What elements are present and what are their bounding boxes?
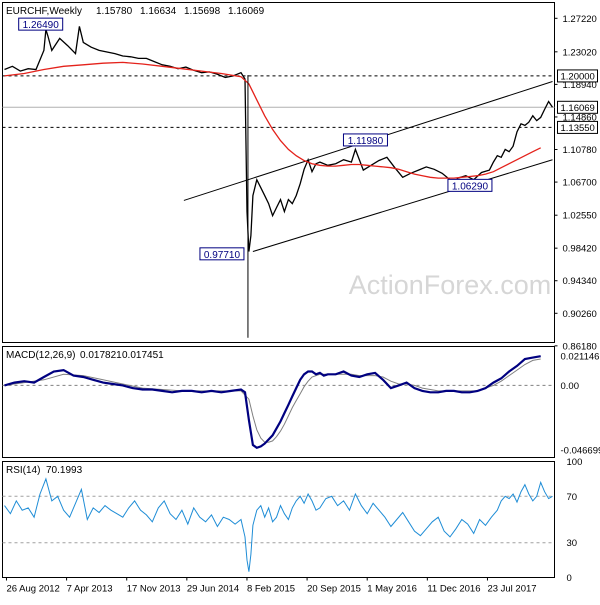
macd-y-tick-2: -0.046699	[561, 446, 600, 457]
price-y-tick-4: 1.10780	[563, 145, 597, 156]
price-header-open: 1.15780	[96, 6, 133, 17]
x-axis: 26 Aug 2012 7 Apr 2013 17 Nov 2013 29 Jun 2…	[6, 578, 536, 595]
annotation-0: 1.26490	[19, 18, 63, 31]
annotation-label-3: 1.06290	[452, 181, 489, 192]
price-y-tick-6: 1.02550	[563, 211, 597, 222]
rsi-y-axis: 100 70 30 0	[567, 457, 583, 584]
macd-header-value-1: 0.017821	[80, 350, 122, 361]
macd-y-tick-0: 0.021146	[561, 352, 600, 363]
price-y-tick-1: 1.23020	[563, 47, 597, 58]
x-tick-3: 29 Jun 2014	[187, 584, 239, 595]
x-tick-4: 8 Feb 2015	[247, 584, 295, 595]
axis-tag-label-0: 1.16069	[561, 103, 595, 114]
rsi-y-tick-3: 0	[567, 573, 572, 584]
chart-root: ActionForex.com 1.26490 0.97710 1.11980 1.0…	[0, 0, 600, 600]
annotation-2: 1.11980	[343, 134, 387, 147]
rsi-y-tick-0: 100	[567, 457, 583, 468]
x-tick-2: 17 Nov 2013	[127, 584, 181, 595]
macd-header-name: MACD(12,26,9)	[6, 350, 75, 361]
price-y-axis: 1.272201.230201.189401.148601.107801.067…	[555, 14, 598, 353]
x-tick-7: 11 Dec 2016	[427, 584, 480, 595]
price-header-high: 1.16634	[140, 6, 177, 17]
x-tick-5: 20 Sep 2015	[307, 584, 361, 595]
annotation-label-1: 0.97710	[204, 250, 241, 261]
x-tick-6: 1 May 2016	[367, 584, 417, 595]
x-tick-1: 7 Apr 2013	[67, 584, 113, 595]
price-y-tick-5: 1.06700	[563, 178, 597, 189]
x-tick-0: 26 Aug 2012	[6, 584, 59, 595]
price-y-tick-9: 0.90260	[563, 309, 597, 320]
rsi-y-tick-1: 70	[567, 492, 578, 503]
watermark: ActionForex.com	[349, 270, 552, 300]
rsi-header-name: RSI(14)	[6, 465, 40, 476]
price-y-tick-0: 1.27220	[563, 14, 597, 25]
annotation-label-2: 1.11980	[348, 136, 384, 147]
rsi-header-value: 70.1993	[46, 465, 83, 476]
annotation-3: 1.06290	[448, 179, 492, 192]
axis-tag-label-2: 1.13550	[561, 123, 595, 134]
price-header-close: 1.16069	[228, 6, 265, 17]
axis-tag-label-1: 1.20000	[561, 71, 595, 82]
price-y-tick-7: 0.98420	[563, 244, 597, 255]
price-header-low: 1.15698	[184, 6, 221, 17]
macd-panel-frame	[3, 347, 555, 458]
rsi-y-tick-2: 30	[567, 538, 578, 549]
macd-y-tick-1: 0.00	[561, 381, 580, 392]
price-header-symbol: EURCHF,Weekly	[6, 6, 82, 17]
price-y-tick-8: 0.94340	[563, 276, 597, 287]
rsi-panel-frame	[3, 462, 555, 578]
macd-header-value-2: 0.017451	[122, 350, 164, 361]
annotation-1: 0.97710	[200, 248, 244, 261]
x-tick-8: 23 Jul 2017	[487, 584, 536, 595]
macd-y-axis: 0.021146 0.00 -0.046699	[561, 352, 600, 457]
eurchf-weekly-chart: ActionForex.com 1.26490 0.97710 1.11980 1.0…	[0, 0, 600, 600]
annotation-label-0: 1.26490	[23, 20, 60, 31]
